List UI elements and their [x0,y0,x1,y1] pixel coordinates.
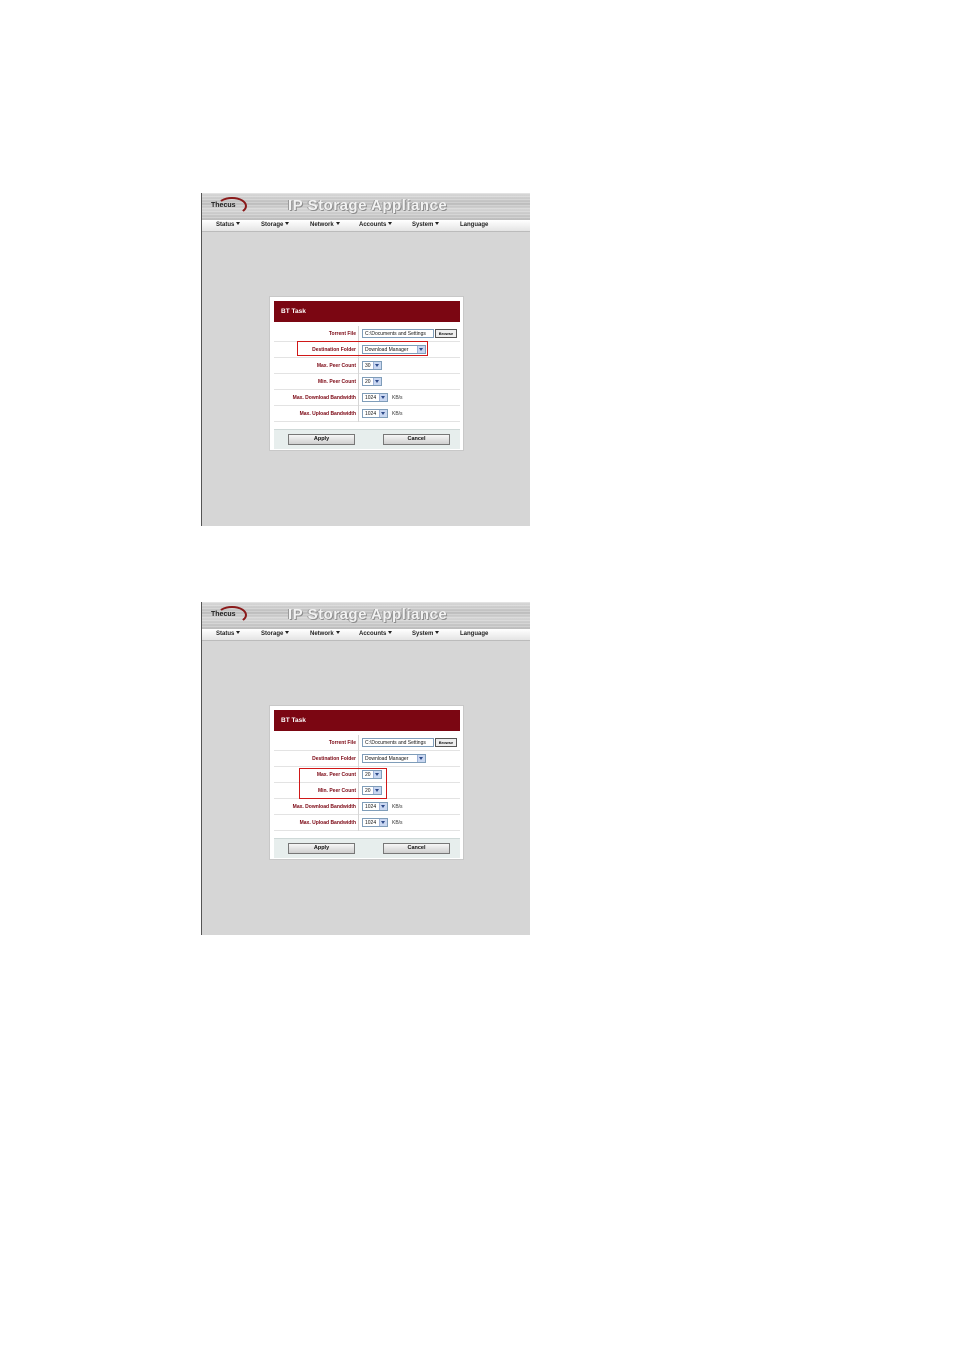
browse-button[interactable]: Browse [435,329,457,338]
max-download-bandwidth-row: Max. Download Bandwidth 1024 KB/s [274,799,460,815]
torrent-file-input[interactable]: C:\Documents and Settings [362,738,434,747]
chevron-down-icon [417,755,425,762]
torrent-file-label: Torrent File [328,331,356,337]
destination-folder-row: Destination Folder Download Manager [274,751,460,767]
chevron-down-icon [379,803,387,810]
chevron-down-icon [373,378,381,385]
chevron-down-icon [435,222,440,225]
max-upload-bandwidth-label: Max. Upload Bandwidth [299,411,356,417]
app-title: IP Storage Appliance [288,606,448,623]
cancel-button[interactable]: Cancel [383,434,450,445]
destination-folder-select[interactable]: Download Manager [362,754,426,763]
min-peer-count-row: Min. Peer Count 20 [274,374,460,390]
thecus-logo: Thecus [211,606,251,624]
chevron-down-icon [236,631,241,634]
menu-language[interactable]: Language [460,222,488,228]
torrent-file-row: Torrent File C:\Documents and Settings B… [274,735,460,751]
torrent-file-input[interactable]: C:\Documents and Settings [362,329,434,338]
chevron-down-icon [236,222,241,225]
upload-unit: KB/s [392,411,403,417]
max-upload-bandwidth-select[interactable]: 1024 [362,818,388,827]
menu-network[interactable]: Network [310,631,340,637]
screenshot-1: Thecus IP Storage Appliance Status Stora… [201,193,530,526]
browse-button[interactable]: Browse [435,738,457,747]
dialog-title: BT Task [281,308,306,315]
menu-status[interactable]: Status [216,631,241,637]
chevron-down-icon [379,394,387,401]
max-upload-bandwidth-label: Max. Upload Bandwidth [299,820,356,826]
apply-button[interactable]: Apply [288,434,355,445]
menu-status[interactable]: Status [216,222,241,228]
max-download-bandwidth-select[interactable]: 1024 [362,802,388,811]
chevron-down-icon [335,631,340,634]
app-header: Thecus IP Storage Appliance [202,602,530,629]
destination-folder-label: Destination Folder [312,756,356,762]
menu-network[interactable]: Network [310,222,340,228]
dialog-title-bar: BT Task [274,301,460,322]
menu-storage[interactable]: Storage [261,631,290,637]
min-peer-count-select[interactable]: 20 [362,377,382,386]
menu-language[interactable]: Language [460,631,488,637]
app-title: IP Storage Appliance [288,197,448,214]
upload-unit: KB/s [392,820,403,826]
chevron-down-icon [285,222,290,225]
menu-system[interactable]: System [412,222,440,228]
logo-text: Thecus [211,611,236,618]
thecus-logo: Thecus [211,197,251,215]
torrent-file-label: Torrent File [328,740,356,746]
dialog-title: BT Task [281,717,306,724]
apply-button[interactable]: Apply [288,843,355,854]
chevron-down-icon [435,631,440,634]
chevron-down-icon [379,819,387,826]
highlight-box-peer-count [299,768,387,799]
chevron-down-icon [388,222,393,225]
logo-text: Thecus [211,202,236,209]
chevron-down-icon [388,631,393,634]
menu-accounts[interactable]: Accounts [359,222,393,228]
download-unit: KB/s [392,395,403,401]
menu-accounts[interactable]: Accounts [359,631,393,637]
max-upload-bandwidth-row: Max. Upload Bandwidth 1024 KB/s [274,815,460,831]
max-download-bandwidth-select[interactable]: 1024 [362,393,388,402]
min-peer-count-label: Min. Peer Count [317,379,356,385]
max-peer-count-select[interactable]: 30 [362,361,382,370]
max-download-bandwidth-label: Max. Download Bandwidth [292,804,356,810]
max-upload-bandwidth-row: Max. Upload Bandwidth 1024 KB/s [274,406,460,422]
chevron-down-icon [373,362,381,369]
app-header: Thecus IP Storage Appliance [202,193,530,220]
chevron-down-icon [335,222,340,225]
chevron-down-icon [379,410,387,417]
dialog-footer: Apply Cancel [274,429,460,449]
menu-system[interactable]: System [412,631,440,637]
max-upload-bandwidth-select[interactable]: 1024 [362,409,388,418]
cancel-button[interactable]: Cancel [383,843,450,854]
max-peer-count-label: Max. Peer Count [316,363,356,369]
highlight-box-destination [297,341,428,356]
bt-task-dialog: BT Task Torrent File C:\Documents and Se… [269,296,464,451]
max-download-bandwidth-row: Max. Download Bandwidth 1024 KB/s [274,390,460,406]
menu-storage[interactable]: Storage [261,222,290,228]
max-peer-count-row: Max. Peer Count 30 [274,358,460,374]
menu-bar: Status Storage Network Accounts System L… [202,629,530,641]
screenshot-2: Thecus IP Storage Appliance Status Stora… [201,602,530,935]
download-unit: KB/s [392,804,403,810]
dialog-title-bar: BT Task [274,710,460,731]
chevron-down-icon [285,631,290,634]
dialog-footer: Apply Cancel [274,838,460,858]
max-download-bandwidth-label: Max. Download Bandwidth [292,395,356,401]
torrent-file-row: Torrent File C:\Documents and Settings B… [274,326,460,342]
menu-bar: Status Storage Network Accounts System L… [202,220,530,232]
